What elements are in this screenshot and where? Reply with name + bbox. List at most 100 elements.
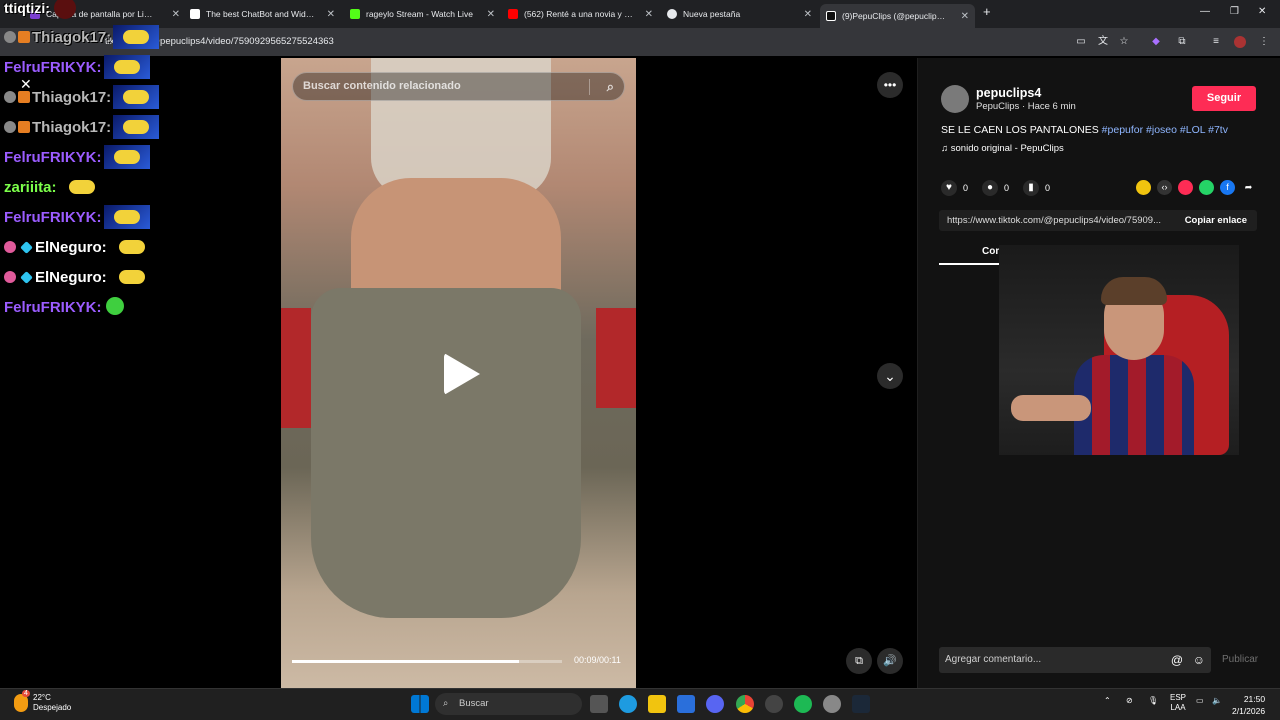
chat-message: FelruFRIKYK: [4,295,150,319]
close-tab-icon[interactable]: ✕ [804,9,812,20]
close-tab-icon[interactable]: ✕ [327,9,335,20]
search-icon[interactable]: ⌕ [607,73,614,100]
extensions-puzzle-icon[interactable]: ⧉ [1176,36,1188,48]
next-video-button[interactable]: ⌄ [877,363,903,389]
chatbot-icon [190,9,200,19]
hashtags[interactable]: #pepufor #joseo #LOL #7tv [1102,124,1228,136]
music-link[interactable]: ♫ sonido original - PepuClips [941,143,1064,154]
volume-button[interactable]: 🔊 [877,648,903,674]
url-field[interactable]: tiktok.com/@pepuclips4/video/75909295652… [95,33,1115,51]
related-search-input[interactable]: Buscar contenido relacionado ⌕ [292,72,625,101]
share-icons: ‹› f ➦ [1136,180,1256,195]
maximize-button[interactable]: ❐ [1230,6,1239,17]
obs-icon[interactable] [765,695,783,713]
taskbar-search[interactable]: ⌕ Buscar [435,693,582,715]
close-tab-icon[interactable]: ✕ [487,9,495,20]
comment-input[interactable]: Agregar comentario... @ ☺ [939,647,1211,673]
like-stat[interactable]: ♥ 0 [941,180,968,196]
chat-emote [113,115,160,139]
weather-widget[interactable]: 22°C Despejado [33,693,71,713]
youtube-icon [508,9,518,19]
comment-stat[interactable]: ● 0 [982,180,1009,196]
discord-icon[interactable] [706,695,724,713]
comment-icon: ● [982,180,999,196]
taskbar-search-label: Buscar [459,698,489,709]
tab-chatbot[interactable]: The best ChatBot and Widgets ✕ [190,4,335,24]
creator-username[interactable]: pepuclips4 [976,86,1041,100]
tab-underline [939,263,1001,265]
search-divider [589,79,590,95]
creator-subline: PepuClips · Hace 6 min [976,101,1076,112]
close-tab-icon[interactable]: ✕ [961,11,969,22]
repost-icon[interactable] [1136,180,1151,195]
pip-button[interactable]: ⧉ [846,648,872,674]
store-icon[interactable] [677,695,695,713]
embed-icon[interactable]: ‹› [1157,180,1172,195]
search-icon: ⌕ [443,698,449,709]
chat-username: Thiagok17: [32,88,112,106]
media-control-icon[interactable]: ≡ [1210,36,1222,48]
volume-icon[interactable]: 🔈 [1212,696,1222,705]
video-description: SE LE CAEN LOS PANTALONES #pepufor #jose… [941,124,1228,136]
play-icon[interactable] [444,353,480,395]
microphone-icon[interactable]: 🎙 [1148,696,1158,705]
facebook-icon[interactable]: f [1220,180,1235,195]
tray-app-icon[interactable]: ⊘ [1126,696,1133,705]
network-icon[interactable]: ▭ [1196,696,1204,705]
translate-icon[interactable]: 文 [1097,36,1109,48]
more-options-button[interactable]: ••• [877,72,903,98]
taskbar-clock[interactable]: 21:50 2/1/2026 [1232,693,1265,717]
file-explorer-icon[interactable] [648,695,666,713]
publish-button[interactable]: Publicar [1222,654,1258,665]
windows-start-icon[interactable] [411,695,429,713]
tab-new-tab[interactable]: Nueva pestaña ✕ [667,4,812,24]
save-stat[interactable]: ▮ 0 [1023,180,1050,196]
heart-icon: ♥ [941,180,957,196]
task-view-icon[interactable] [590,695,608,713]
chat-username: FelruFRIKYK: [4,58,102,76]
video-progress-bar[interactable] [292,660,562,663]
chat-message: ElNeguro: [4,235,155,259]
close-tab-icon[interactable]: ✕ [172,9,180,20]
tab-youtube[interactable]: (562) Renté a una novia y a un ✕ [508,4,653,24]
copy-link-button[interactable]: Copiar enlace [1185,210,1247,231]
music-note-icon: ♫ [941,143,951,154]
clock-date: 2/1/2026 [1232,706,1266,716]
video-link[interactable]: https://www.tiktok.com/@pepuclips4/video… [947,215,1161,226]
chat-emote [53,0,76,19]
cast-icon[interactable]: ▭ [1075,36,1087,48]
steam-icon[interactable] [852,695,870,713]
whatsapp-icon[interactable] [1199,180,1214,195]
bookmark-star-icon[interactable]: ☆ [1118,36,1130,48]
windows-taskbar [0,688,1280,720]
menu-kebab-icon[interactable]: ⋮ [1258,36,1270,48]
spotify-icon[interactable] [794,695,812,713]
chat-emote [103,55,150,79]
badge-icon [4,271,16,283]
notification-badge: 4 [22,690,30,697]
mention-icon[interactable]: @ [1171,647,1183,673]
creator-avatar[interactable] [941,85,969,113]
chat-emote [104,295,150,319]
tray-chevron-icon[interactable]: ⌃ [1104,696,1111,705]
chat-emote [109,235,155,259]
description-text: SE LE CAEN LOS PANTALONES [941,124,1099,136]
settings-icon[interactable] [823,695,841,713]
extension-icon[interactable]: ◆ [1150,36,1162,48]
minimize-button[interactable]: — [1200,6,1210,17]
tab-tiktok-active[interactable]: (9)PepuClips (@pepuclips4) ✕ [820,4,975,28]
share-arrow-icon[interactable]: ➦ [1241,180,1256,195]
chat-message: Thiagok17: [4,115,160,139]
close-tab-icon[interactable]: ✕ [645,9,653,20]
saves-count: 0 [1045,183,1051,193]
new-tab-button[interactable]: + [983,4,991,19]
tab-kick-stream[interactable]: rageylo Stream - Watch Live ✕ [350,4,495,24]
chrome-icon[interactable] [736,695,754,713]
emoji-icon[interactable]: ☺ [1193,647,1205,673]
follow-button[interactable]: Seguir [1192,86,1256,111]
profile-avatar[interactable] [1234,36,1246,48]
language-indicator[interactable]: ESP LAA [1170,693,1186,713]
edge-icon[interactable] [619,695,637,713]
send-icon[interactable] [1178,180,1193,195]
close-window-button[interactable]: ✕ [1258,6,1266,17]
